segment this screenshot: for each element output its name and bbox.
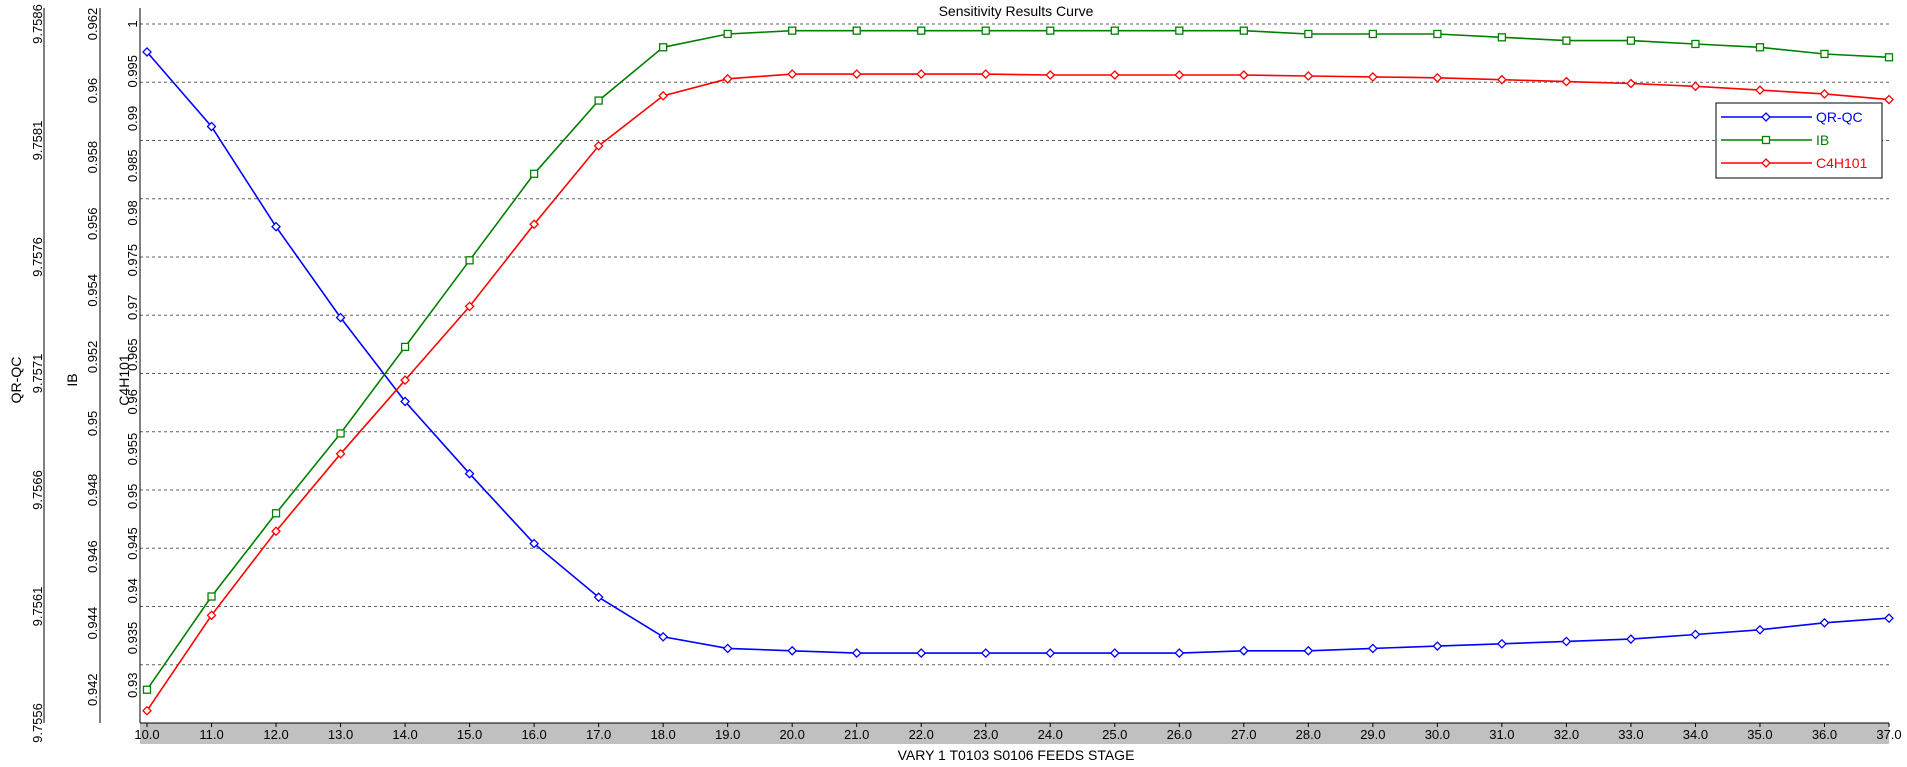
x-tick-label: 27.0 [1231,727,1256,742]
y-tick-label: 0.975 [125,244,140,277]
x-tick-label: 11.0 [199,727,223,742]
x-tick-label: 29.0 [1360,727,1385,742]
data-point [1884,53,1894,62]
y-tick-label: 9.7571 [30,354,45,394]
x-tick-label: 19.0 [715,727,740,742]
x-tick-label: 33.0 [1618,727,1643,742]
x-tick-label: 31.0 [1489,727,1514,742]
x-tick-label: 21.0 [844,727,869,742]
x-tick-label: 34.0 [1683,727,1708,742]
y-axis-title: QR-QC [8,357,24,404]
y-tick-label: 0.97 [125,295,140,320]
y-tick-label: 9.7581 [30,121,45,161]
data-point [981,26,990,35]
data-point [207,592,216,601]
y-tick-label: 0.995 [125,55,140,88]
x-tick-label: 15.0 [457,727,482,742]
y-tick-label: 0.954 [85,274,100,307]
x-tick-label: 26.0 [1167,727,1192,742]
y-tick-label: 0.945 [125,527,140,560]
data-point [852,26,861,35]
y-tick-label: 9.7586 [30,4,45,44]
data-point [336,429,345,438]
legend[interactable]: QR-QC IB C4H101 [1715,102,1883,179]
data-point [1304,29,1313,39]
x-axis-title: VARY 1 T0103 S0106 FEEDS STAGE [898,747,1135,763]
data-point [917,26,926,35]
data-point [1626,36,1636,45]
y-tick-label: 9.7576 [30,237,45,277]
y-tick-label: 0.942 [85,673,100,706]
data-point [1562,36,1571,45]
y-tick-label: 0.95 [125,484,140,509]
y-tick-label: 0.94 [125,578,140,603]
y-tick-label: 0.95 [85,411,100,436]
chart-background [0,0,1907,767]
y-tick-label: 0.98 [125,200,140,225]
data-point [1046,26,1055,35]
x-tick-label: 18.0 [650,727,675,742]
x-tick-label: 14.0 [392,727,417,742]
x-tick-label: 12.0 [263,727,288,742]
data-point [658,43,668,52]
y-axis-title: IB [64,373,80,386]
y-tick-label: 0.955 [125,433,140,466]
legend-marker [1761,135,1771,145]
y-axis-title: C4H101 [116,354,132,406]
y-tick-label: 0.946 [85,540,100,573]
y-tick-label: 0.93 [125,673,140,698]
x-tick-label: 25.0 [1102,727,1127,742]
data-point [1691,39,1700,49]
x-tick-label: 35.0 [1747,727,1772,742]
data-point [1755,43,1765,52]
y-tick-label: 0.985 [125,149,140,182]
y-tick-label: 9.7556 [30,703,45,743]
y-tick-label: 0.958 [85,141,100,174]
data-point [1110,26,1119,35]
data-point [529,169,539,178]
sensitivity-chart: Sensitivity Results Curve 9.7556 9.7561 9.… [0,0,1907,767]
legend-label: IB [1816,132,1829,148]
y-tick-label: 0.944 [85,607,100,640]
x-tick-label: 16.0 [521,727,546,742]
x-tick-label: 32.0 [1554,727,1579,742]
y-tick-label: 0.99 [125,106,140,131]
y-tick-label: 1 [125,20,140,27]
legend-label: C4H101 [1816,155,1868,171]
y-tick-label: 0.952 [85,341,100,374]
y-tick-label: 0.96 [85,78,100,103]
data-point [271,509,281,518]
x-tick-label: 17.0 [586,727,611,742]
data-point [400,342,410,352]
data-point [1433,29,1442,39]
x-tick-label: 36.0 [1812,727,1837,742]
y-tick-label: 0.956 [85,207,100,240]
data-point [465,256,474,265]
data-point [788,26,797,35]
data-point [1820,49,1829,59]
data-point [1368,29,1378,39]
data-point [594,96,603,105]
legend-label: QR-QC [1816,109,1863,125]
x-tick-label: 37.0 [1876,727,1901,742]
y-tick-label: 9.7561 [30,587,45,627]
x-tick-label: 20.0 [780,727,805,742]
data-point [1239,26,1248,35]
x-tick-label: 30.0 [1425,727,1450,742]
x-tick-label: 10.0 [134,727,159,742]
x-tick-label: 24.0 [1038,727,1063,742]
data-point [1497,33,1507,42]
data-point [142,685,152,694]
x-tick-label: 28.0 [1296,727,1321,742]
y-tick-label: 9.7566 [30,470,45,510]
data-point [723,29,732,39]
y-tick-label: 0.948 [85,474,100,507]
y-tick-label: 0.962 [85,8,100,41]
x-tick-label: 13.0 [328,727,353,742]
chart-title: Sensitivity Results Curve [939,3,1094,19]
data-point [1175,26,1184,35]
y-tick-label: 0.935 [125,622,140,655]
x-tick-label: 23.0 [973,727,998,742]
x-tick-label: 22.0 [909,727,934,742]
